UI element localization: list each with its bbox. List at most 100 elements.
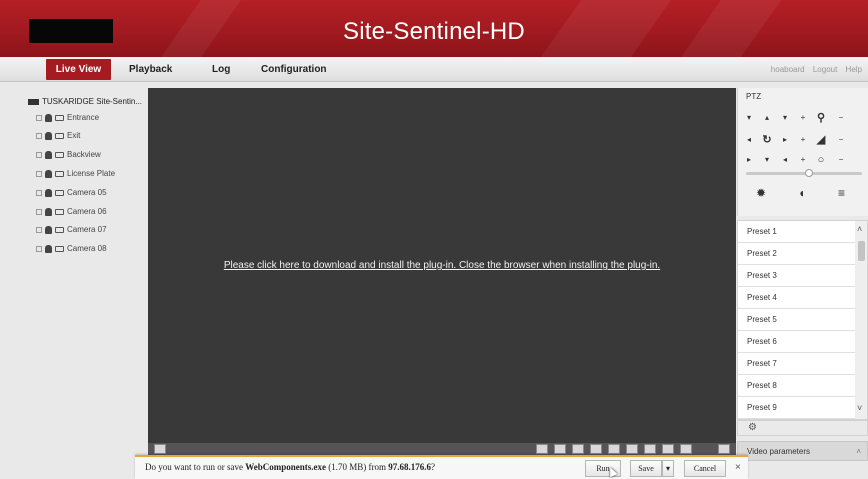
zoom-out-icon[interactable]: −: [834, 112, 848, 124]
preset-item[interactable]: Preset 5: [738, 309, 855, 331]
focus-in-icon[interactable]: +: [796, 134, 810, 146]
wiper-icon[interactable]: ◖: [798, 186, 805, 200]
cancel-button[interactable]: Cancel: [684, 460, 726, 477]
preset-item[interactable]: Preset 1: [738, 221, 855, 243]
menu-icon[interactable]: ≡: [838, 186, 845, 200]
camera-icon: [55, 208, 64, 215]
light-icon[interactable]: ✹: [756, 186, 766, 200]
camera-item-entrance[interactable]: Entrance: [36, 112, 99, 124]
preset-item[interactable]: Preset 2: [738, 243, 855, 265]
camera-icon: [55, 245, 64, 252]
preset-item[interactable]: Preset 4: [738, 287, 855, 309]
preset-item[interactable]: Preset 3: [738, 265, 855, 287]
scroll-down-icon[interactable]: ˅: [857, 403, 862, 413]
logout-link[interactable]: Logout: [813, 65, 837, 74]
preset-settings-icon[interactable]: ⚙: [748, 422, 757, 433]
main-nav: Live View Playback Log Configuration hoa…: [0, 57, 868, 82]
tab-live-view[interactable]: Live View: [46, 59, 111, 80]
zoom-in-icon[interactable]: +: [796, 112, 810, 124]
expand-icon: [36, 170, 42, 177]
camera-item-license-plate[interactable]: License Plate: [36, 168, 115, 180]
toolbar-button[interactable]: [572, 444, 584, 454]
record-icon: [45, 113, 52, 122]
save-dropdown-icon[interactable]: ▾: [662, 460, 674, 477]
ptz-down-left-icon[interactable]: ▸: [742, 154, 756, 166]
camera-item-exit[interactable]: Exit: [36, 130, 80, 142]
iris-open-icon[interactable]: +: [796, 154, 810, 166]
live-video-area[interactable]: Please click here to download and instal…: [148, 88, 736, 443]
record-icon: [45, 244, 52, 253]
ptz-up-left-icon[interactable]: ▾: [742, 112, 756, 124]
download-size: (1.70 MB) from: [325, 462, 389, 472]
record-icon: [45, 225, 52, 234]
close-icon[interactable]: ×: [735, 462, 741, 473]
scroll-thumb[interactable]: [858, 241, 865, 261]
fullscreen-button[interactable]: [718, 444, 730, 454]
record-icon: [45, 188, 52, 197]
ptz-title: PTZ: [746, 92, 762, 101]
toolbar-button[interactable]: [644, 444, 656, 454]
layout-button[interactable]: [154, 444, 166, 454]
toolbar-button[interactable]: [590, 444, 602, 454]
camera-item-camera-07[interactable]: Camera 07: [36, 224, 107, 236]
toolbar-button[interactable]: [536, 444, 548, 454]
preset-item[interactable]: Preset 7: [738, 353, 855, 375]
camera-item-camera-06[interactable]: Camera 06: [36, 206, 107, 218]
focus-icon[interactable]: ◢: [814, 134, 828, 146]
preset-list: Preset 1 Preset 2 Preset 3 Preset 4 Pres…: [737, 220, 868, 420]
iris-close-icon[interactable]: −: [834, 154, 848, 166]
app-title-text: Site-Sentinel-HD: [343, 18, 525, 45]
expand-icon: [36, 189, 42, 196]
toolbar-button[interactable]: [554, 444, 566, 454]
record-icon: [45, 150, 52, 159]
camera-label: Camera 08: [67, 244, 107, 253]
ptz-down-icon[interactable]: ▾: [760, 154, 774, 166]
scroll-up-icon[interactable]: ˄: [857, 224, 862, 234]
ptz-down-right-icon[interactable]: ◂: [778, 154, 792, 166]
record-icon: [45, 207, 52, 216]
username: hoaboard: [770, 65, 805, 74]
ptz-up-icon[interactable]: ▴: [760, 112, 774, 124]
tab-playback[interactable]: Playback: [129, 57, 172, 82]
tree-root-label: TUSKARIDGE Site-Sentin...: [42, 97, 143, 106]
expand-caret-icon: ˄: [856, 447, 861, 456]
device-tree: TUSKARIDGE Site-Sentin... Entrance Exit …: [22, 92, 148, 452]
ptz-left-icon[interactable]: ◂: [742, 134, 756, 146]
video-parameters-panel[interactable]: Video parameters ˄: [737, 441, 868, 461]
plugin-download-link[interactable]: Please click here to download and instal…: [148, 260, 736, 271]
auto-pan-icon[interactable]: ↻: [760, 134, 774, 146]
tab-configuration[interactable]: Configuration: [261, 57, 327, 82]
save-button[interactable]: Save: [630, 460, 662, 477]
help-link[interactable]: Help: [846, 65, 862, 74]
toolbar-button[interactable]: [680, 444, 692, 454]
preset-scrollbar[interactable]: ˄ ˅: [855, 221, 867, 419]
camera-item-camera-08[interactable]: Camera 08: [36, 243, 107, 255]
zoom-icon[interactable]: ⚲: [814, 112, 828, 124]
download-host: 97.68.176.6: [388, 462, 431, 472]
camera-item-camera-05[interactable]: Camera 05: [36, 187, 107, 199]
preset-item[interactable]: Preset 6: [738, 331, 855, 353]
preset-item[interactable]: Preset 8: [738, 375, 855, 397]
ptz-up-right-icon[interactable]: ▾: [778, 112, 792, 124]
camera-icon: [55, 114, 64, 121]
tree-root-device[interactable]: TUSKARIDGE Site-Sentin...: [28, 97, 142, 106]
focus-out-icon[interactable]: −: [834, 134, 848, 146]
ptz-speed-slider[interactable]: [746, 169, 862, 177]
toolbar-button[interactable]: [608, 444, 620, 454]
camera-icon: [55, 226, 64, 233]
camera-label: Camera 06: [67, 207, 107, 216]
slider-knob[interactable]: [805, 169, 813, 177]
toolbar-button[interactable]: [662, 444, 674, 454]
download-filename: WebComponents.exe: [245, 462, 326, 472]
camera-item-backview[interactable]: Backview: [36, 149, 101, 161]
record-icon: [45, 131, 52, 140]
record-icon: [45, 169, 52, 178]
tab-log[interactable]: Log: [212, 57, 230, 82]
iris-icon[interactable]: ○: [814, 154, 828, 166]
user-links: hoaboard Logout Help: [765, 57, 862, 82]
preset-item[interactable]: Preset 9: [738, 397, 855, 419]
ptz-right-icon[interactable]: ▸: [778, 134, 792, 146]
toolbar-button[interactable]: [626, 444, 638, 454]
expand-icon: [36, 132, 42, 139]
expand-icon: [36, 226, 42, 233]
